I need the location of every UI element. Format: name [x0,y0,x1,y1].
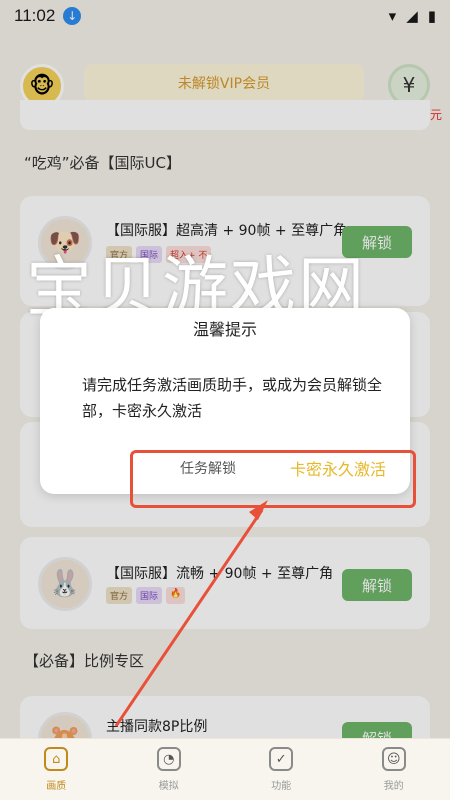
profile-icon: ☺ [381,747,406,771]
home-icon: ⌂ [44,747,69,771]
nav-item-features[interactable]: ✓ 功能 [225,739,338,800]
nav-label: 我的 [383,781,404,792]
check-badge-icon: ✓ [269,747,294,771]
nav-label: 功能 [271,781,292,792]
chart-icon: ◔ [156,747,181,771]
nav-label: 模拟 [158,781,179,792]
nav-item-quality[interactable]: ⌂ 画质 [0,739,113,800]
nav-label: 画质 [46,781,67,792]
nav-item-simulate[interactable]: ◔ 模拟 [113,739,226,800]
bottom-nav: ⌂ 画质 ◔ 模拟 ✓ 功能 ☺ 我的 [0,738,450,800]
annotation-arrow [114,500,268,727]
nav-item-mine[interactable]: ☺ 我的 [338,739,450,800]
